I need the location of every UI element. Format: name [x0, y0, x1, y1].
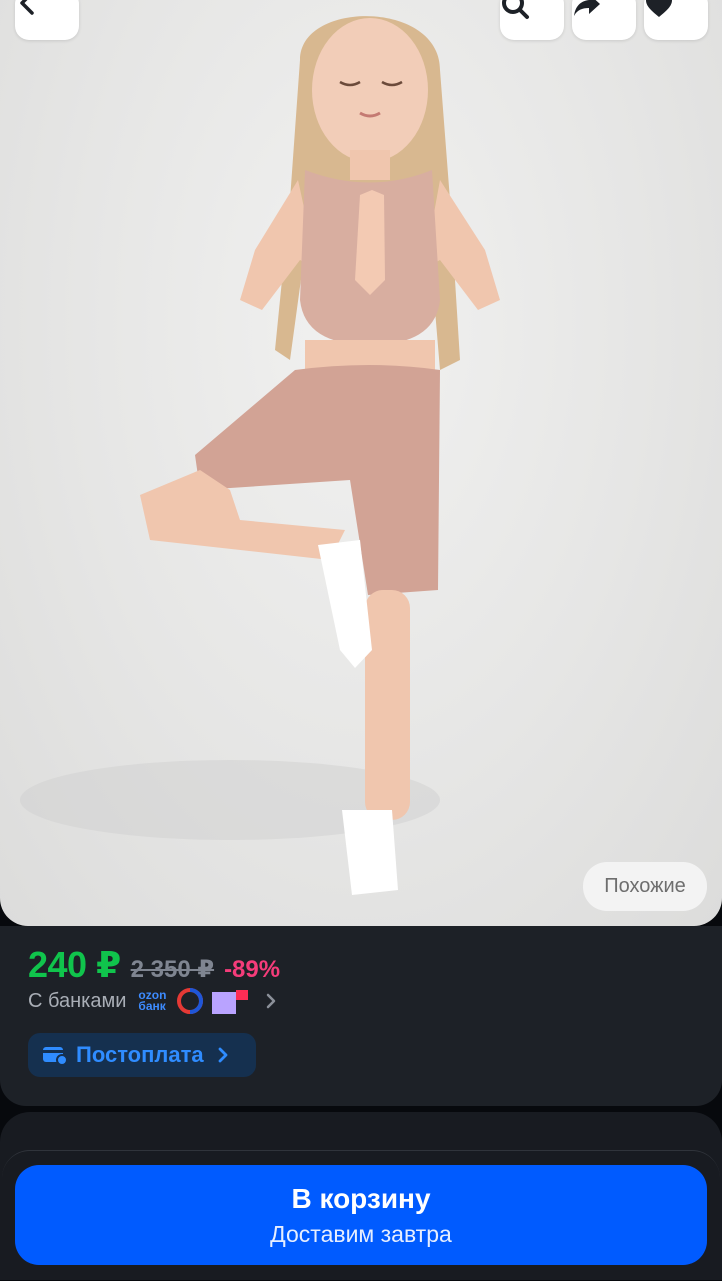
- chevron-left-icon: [20, 0, 34, 15]
- heart-icon: [646, 0, 672, 17]
- search-icon: [502, 0, 529, 19]
- price-panel: 240 ₽ 2 350 ₽ -89% С банками ozon банк П…: [0, 926, 722, 1106]
- add-to-cart-button[interactable]: В корзину Доставим завтра: [15, 1165, 707, 1265]
- product-photo[interactable]: Похожие: [0, 0, 722, 926]
- back-button[interactable]: [15, 0, 79, 40]
- bank-offers-row[interactable]: С банками ozon банк: [28, 986, 278, 1016]
- tbank-icon: [212, 990, 249, 1014]
- ozon-bank-logo: ozon банк: [138, 988, 167, 1013]
- favorite-button[interactable]: [644, 0, 708, 40]
- similar-button[interactable]: Похожие: [583, 862, 707, 911]
- product-image-illustration: [20, 16, 500, 895]
- postpay-label: Постоплата: [76, 1042, 204, 1067]
- share-icon: [574, 0, 600, 16]
- price-row: 240 ₽ 2 350 ₽ -89%: [28, 944, 280, 986]
- delivery-label: Доставим завтра: [270, 1220, 452, 1247]
- wallet-calendar-icon: [43, 1047, 68, 1066]
- bank-offers-label: С банками: [28, 989, 127, 1012]
- discount-badge: -89%: [224, 956, 281, 983]
- chevron-right-icon: [218, 1047, 228, 1063]
- old-price: 2 350 ₽: [130, 956, 215, 983]
- postpay-button[interactable]: Постоплата: [28, 1033, 256, 1077]
- search-button[interactable]: [500, 0, 564, 40]
- sber-bank-icon: [177, 988, 204, 1014]
- add-to-cart-label: В корзину: [291, 1182, 431, 1214]
- chevron-right-icon: [267, 993, 276, 1009]
- current-price: 240 ₽: [28, 944, 121, 985]
- share-button[interactable]: [572, 0, 636, 40]
